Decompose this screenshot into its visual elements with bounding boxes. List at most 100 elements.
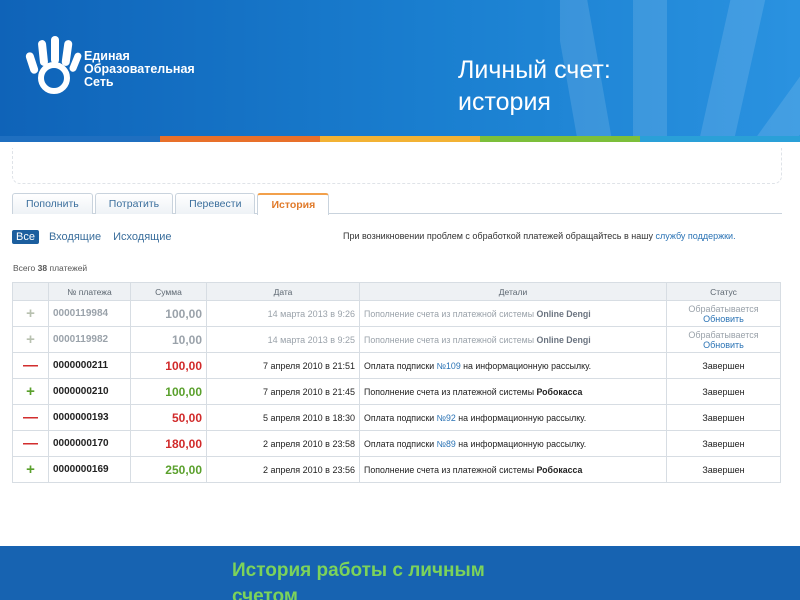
payment-number: 0000119984 bbox=[53, 308, 109, 319]
direction-cell: + bbox=[12, 326, 49, 353]
column-header bbox=[12, 282, 49, 301]
payments-table: № платежа Сумма Дата Детали Статус +00001199… bbox=[12, 282, 781, 483]
amount-cell: 100,00 bbox=[130, 352, 207, 379]
plus-icon: + bbox=[26, 383, 35, 400]
date-cell: 7 апреля 2010 в 21:51 bbox=[206, 352, 360, 379]
tab-3[interactable]: Перевести bbox=[175, 193, 256, 214]
subscription-link[interactable]: №92 bbox=[437, 413, 456, 423]
status-text: Завершен bbox=[702, 386, 745, 397]
details-suffix: на информационную рассылку. bbox=[460, 360, 592, 371]
date-cell: 14 марта 2013 в 9:25 bbox=[206, 326, 360, 353]
brand-name: Единая Образовательная Сеть bbox=[84, 49, 195, 89]
filter-3[interactable]: Исходящие bbox=[113, 231, 171, 243]
status-cell: Завершен bbox=[666, 378, 781, 405]
footer-band: История работы с личным счетом bbox=[0, 546, 800, 600]
plus-icon: + bbox=[26, 305, 35, 322]
stripe-segment bbox=[640, 136, 800, 142]
payment-date: 2 апреля 2010 в 23:56 bbox=[262, 464, 355, 475]
support-notice: При возникновении проблем с обработкой п… bbox=[343, 231, 736, 241]
payment-number-cell: 0000000170 bbox=[48, 430, 131, 457]
support-link[interactable]: службу поддержки. bbox=[655, 231, 735, 241]
table-row[interactable]: +0000119984 100,00 14 марта 2013 в 9:26 Поп… bbox=[12, 300, 781, 327]
details-text: Оплата подписки bbox=[364, 438, 437, 449]
payments-total: Всего 38 платежей bbox=[13, 263, 88, 273]
payment-system-name: Робокасса bbox=[536, 386, 583, 397]
amount-cell: 180,00 bbox=[130, 430, 207, 457]
direction-cell: — bbox=[12, 430, 49, 457]
minus-icon: — bbox=[23, 357, 38, 374]
details-text: Пополнение счета из платежной системы bbox=[364, 464, 537, 475]
direction-cell: — bbox=[12, 404, 49, 431]
payment-number: 0000000169 bbox=[53, 464, 109, 475]
details-cell: Оплата подписки №109 на информационную р… bbox=[359, 352, 667, 379]
details-cell: Оплата подписки №92 на информационную ра… bbox=[359, 404, 667, 431]
details-text: Оплата подписки bbox=[364, 412, 437, 423]
table-row[interactable]: — 0000000193 50,00 5 апреля 2010 в 18:30 Опл… bbox=[12, 404, 781, 431]
status-cell: Завершен bbox=[666, 352, 781, 379]
payment-number-cell: 0000000193 bbox=[48, 404, 131, 431]
payment-date: 14 марта 2013 в 9:25 bbox=[267, 334, 355, 345]
payment-number-cell: 0000000211 bbox=[48, 352, 131, 379]
table-row[interactable]: — 0000000170 180,00 2 апреля 2010 в 23:58 Оп… bbox=[12, 430, 781, 457]
date-cell: 2 апреля 2010 в 23:56 bbox=[206, 456, 360, 483]
details-cell: Оплата подписки №89 на информационную ра… bbox=[359, 430, 667, 457]
payment-amount: 180,00 bbox=[165, 436, 202, 451]
details-text: Оплата подписки bbox=[364, 360, 437, 371]
column-header: Статус bbox=[666, 282, 781, 301]
table-row[interactable]: +0000000169 250,00 2 апреля 2010 в 23:56 По… bbox=[12, 456, 781, 483]
status-cell: Завершен bbox=[666, 404, 781, 431]
payment-number-cell: 0000000210 bbox=[48, 378, 131, 405]
status-text: Обрабатывается bbox=[688, 329, 759, 340]
details-cell: Пополнение счета из платежной системы On… bbox=[359, 300, 667, 327]
payment-number-cell: 0000119984 bbox=[48, 300, 131, 327]
tab-bar: Пополнить Потратить Перевести История bbox=[12, 193, 782, 215]
status-text: Завершен bbox=[702, 438, 745, 449]
tab-2[interactable]: Потратить bbox=[94, 193, 174, 214]
column-header: Сумма bbox=[130, 282, 207, 301]
stripe-segment bbox=[0, 136, 160, 142]
details-suffix: на информационную рассылку. bbox=[455, 412, 587, 423]
tab-1[interactable]: Пополнить bbox=[12, 193, 93, 214]
payment-date: 2 апреля 2010 в 23:58 bbox=[262, 438, 355, 449]
subscription-link[interactable]: №109 bbox=[437, 361, 461, 371]
direction-cell: + bbox=[12, 456, 49, 483]
column-header: № платежа bbox=[48, 282, 131, 301]
details-cell: Пополнение счета из платежной системы On… bbox=[359, 326, 667, 353]
payment-amount: 50,00 bbox=[171, 410, 202, 425]
amount-cell: 100,00 bbox=[130, 378, 207, 405]
date-cell: 2 апреля 2010 в 23:58 bbox=[206, 430, 360, 457]
payment-amount: 100,00 bbox=[165, 358, 202, 373]
status-cell: Обрабатывается Обновить bbox=[666, 300, 781, 327]
payment-number: 0000000210 bbox=[53, 386, 109, 397]
details-text: Пополнение счета из платежной системы bbox=[364, 334, 537, 345]
direction-cell: — bbox=[12, 352, 49, 379]
filter-2[interactable]: Входящие bbox=[49, 231, 101, 243]
plus-icon: + bbox=[26, 461, 35, 478]
filter-1[interactable]: Все bbox=[12, 230, 39, 244]
column-header: Дата bbox=[206, 282, 360, 301]
table-row[interactable]: +0000000210 100,00 7 апреля 2010 в 21:45 По… bbox=[12, 378, 781, 405]
date-cell: 5 апреля 2010 в 18:30 bbox=[206, 404, 360, 431]
date-cell: 14 марта 2013 в 9:26 bbox=[206, 300, 360, 327]
amount-cell: 250,00 bbox=[130, 456, 207, 483]
payment-system-name: Робокасса bbox=[536, 464, 583, 475]
table-row[interactable]: +0000119982 10,00 14 марта 2013 в 9:25 Попо… bbox=[12, 326, 781, 353]
date-cell: 7 апреля 2010 в 21:45 bbox=[206, 378, 360, 405]
subscription-link[interactable]: №89 bbox=[437, 439, 456, 449]
payment-amount: 250,00 bbox=[165, 462, 202, 477]
direction-cell: + bbox=[12, 300, 49, 327]
direction-cell: + bbox=[12, 378, 49, 405]
tab-4[interactable]: История bbox=[257, 193, 330, 215]
status-cell: Завершен bbox=[666, 456, 781, 483]
color-stripe bbox=[0, 136, 800, 142]
payment-number-cell: 0000000169 bbox=[48, 456, 131, 483]
column-header: Детали bbox=[359, 282, 667, 301]
refresh-link[interactable]: Обновить bbox=[671, 314, 776, 324]
status-text: Завершен bbox=[702, 412, 745, 423]
payment-date: 5 апреля 2010 в 18:30 bbox=[262, 412, 355, 423]
status-cell: Завершен bbox=[666, 430, 781, 457]
refresh-link[interactable]: Обновить bbox=[671, 340, 776, 350]
payment-date: 7 апреля 2010 в 21:51 bbox=[262, 360, 355, 371]
table-row[interactable]: — 0000000211 100,00 7 апреля 2010 в 21:51 Оп… bbox=[12, 352, 781, 379]
amount-cell: 10,00 bbox=[130, 326, 207, 353]
